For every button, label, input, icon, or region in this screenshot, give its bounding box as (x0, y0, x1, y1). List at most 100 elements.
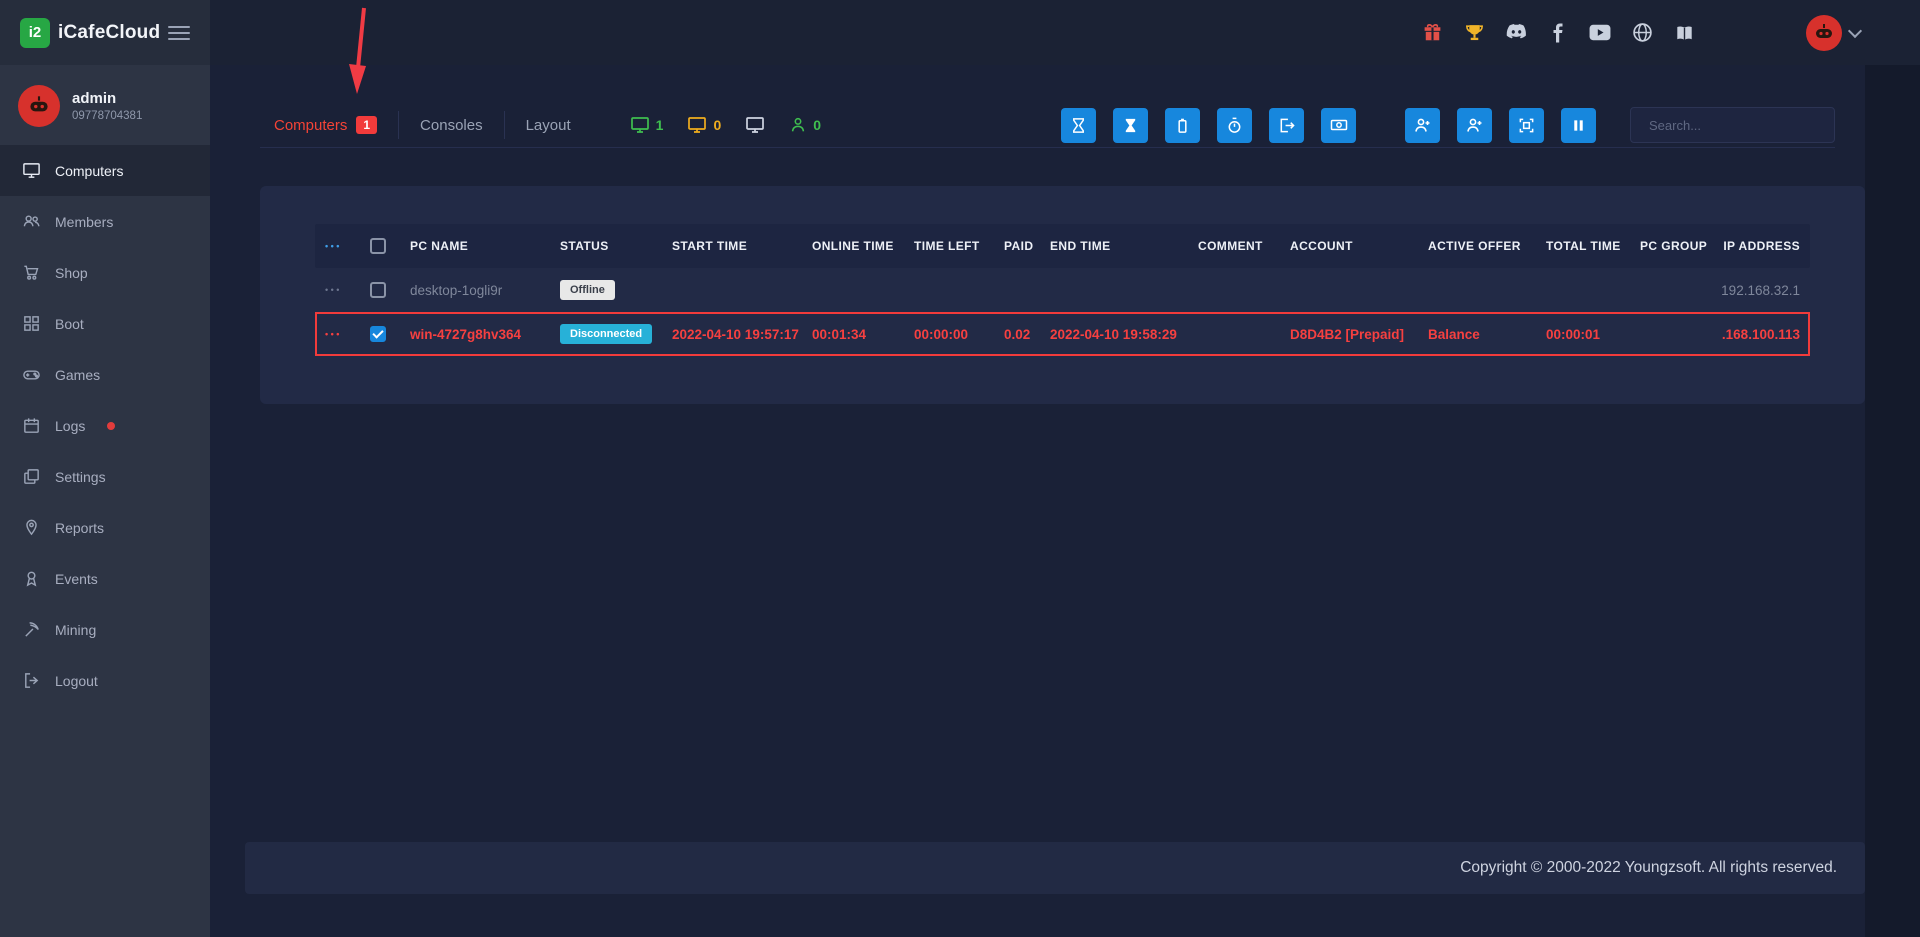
scan-button[interactable] (1509, 108, 1544, 143)
header-comment: COMMENT (1190, 239, 1282, 253)
user-plus2-icon (1466, 116, 1484, 134)
qr-scan-icon (1518, 117, 1535, 134)
trophy-icon[interactable] (1462, 21, 1486, 45)
sidebar-avatar (18, 85, 60, 127)
pcs-on-counter: 1 (630, 115, 664, 135)
sidebar-item-reports[interactable]: Reports (0, 502, 210, 553)
sidebar-nav: Computers Members Shop Boot Games Logs S… (0, 145, 210, 706)
stopwatch-icon (1226, 117, 1243, 134)
hourglass-user-button[interactable] (1113, 108, 1148, 143)
map-pin-icon (22, 518, 41, 537)
header-end-time: END TIME (1042, 239, 1190, 253)
cell-start-time: 2022-04-10 19:57:17 (664, 327, 804, 342)
calendar-icon (22, 416, 41, 435)
copyright-text: Copyright © 2000-2022 Youngzsoft. All ri… (1460, 859, 1837, 877)
cart-icon (22, 263, 41, 282)
search-input[interactable] (1649, 118, 1825, 133)
sidebar-item-logout[interactable]: Logout (0, 655, 210, 706)
logs-alert-dot (107, 422, 115, 430)
row-actions-button[interactable]: ••• (325, 329, 342, 339)
hamburger-menu-icon[interactable] (168, 22, 190, 44)
cell-ip-address: 192.168.100.113 (1722, 327, 1808, 342)
youtube-icon[interactable] (1588, 21, 1612, 45)
globe-icon[interactable] (1630, 21, 1654, 45)
sidebar-item-shop[interactable]: Shop (0, 247, 210, 298)
cash-icon (1330, 116, 1348, 134)
table-row[interactable]: ••• desktop-1ogli9r Offline 192.168.32.1 (315, 268, 1810, 312)
topbar: i2 iCafeCloud (0, 0, 1920, 65)
sidebar-item-events[interactable]: Events (0, 553, 210, 604)
sidebar-item-games[interactable]: Games (0, 349, 210, 400)
status-badge: Disconnected (560, 324, 652, 344)
column-options-button[interactable]: ••• (325, 241, 342, 251)
sidebar-item-mining[interactable]: Mining (0, 604, 210, 655)
brand-logo: i2 iCafeCloud (20, 18, 160, 48)
monitor-off-icon (745, 115, 765, 135)
logout-icon (22, 671, 41, 690)
status-counters: 1 0 0 (630, 115, 821, 135)
header-pc-name: PC NAME (402, 239, 552, 253)
monitor-icon (22, 161, 41, 180)
header-online-time: ONLINE TIME (804, 239, 906, 253)
footer: Copyright © 2000-2022 Youngzsoft. All ri… (245, 842, 1865, 894)
cash-button[interactable] (1321, 108, 1356, 143)
monitor-on-icon (630, 115, 650, 135)
chevron-down-icon (1848, 23, 1862, 37)
select-all-checkbox[interactable] (370, 238, 386, 254)
sidebar-user: admin 09778704381 (0, 65, 210, 145)
header-start-time: START TIME (664, 239, 804, 253)
pause-button[interactable] (1561, 108, 1596, 143)
pcs-off-counter (745, 115, 765, 135)
tab-consoles[interactable]: Consoles (399, 111, 505, 139)
sidebar-item-computers[interactable]: Computers (0, 145, 210, 196)
brand-logo-icon: i2 (20, 18, 50, 48)
header-status: STATUS (552, 239, 664, 253)
add-guest-button[interactable] (1457, 108, 1492, 143)
cell-end-time: 2022-04-10 19:58:29 (1042, 327, 1190, 342)
hourglass-time-button[interactable] (1061, 108, 1096, 143)
timer-button[interactable] (1217, 108, 1252, 143)
user-avatar-menu[interactable] (1806, 15, 1860, 51)
action-toolbar (1061, 107, 1835, 143)
cell-pc-name: win-4727g8hv364 (402, 327, 552, 342)
pause-icon (1571, 118, 1586, 133)
battery-button[interactable] (1165, 108, 1200, 143)
book-icon[interactable] (1672, 21, 1696, 45)
table-row-selected[interactable]: ••• win-4727g8hv364 Disconnected 2022-04… (315, 312, 1810, 356)
computers-count-badge: 1 (356, 116, 377, 134)
sidebar-item-boot[interactable]: Boot (0, 298, 210, 349)
discord-icon[interactable] (1504, 21, 1528, 45)
cell-pc-name: desktop-1ogli9r (402, 283, 552, 298)
table-header-row: ••• PC NAME STATUS START TIME ONLINE TIM… (315, 224, 1810, 268)
layers-icon (22, 467, 41, 486)
cell-account: D8D4B2 [Prepaid] (1282, 327, 1420, 342)
sidebar: admin 09778704381 Computers Members Shop… (0, 65, 210, 937)
cell-paid: 0.02 (996, 327, 1042, 342)
sign-out-button[interactable] (1269, 108, 1304, 143)
sidebar-item-settings[interactable]: Settings (0, 451, 210, 502)
computers-table-card: ••• PC NAME STATUS START TIME ONLINE TIM… (260, 186, 1865, 404)
gift-icon[interactable] (1420, 21, 1444, 45)
header-paid: PAID (996, 239, 1042, 253)
medal-icon (22, 569, 41, 588)
members-online-counter: 0 (789, 116, 821, 134)
tab-layout[interactable]: Layout (505, 111, 592, 139)
facebook-icon[interactable] (1546, 21, 1570, 45)
grid-icon (22, 314, 41, 333)
sidebar-item-logs[interactable]: Logs (0, 400, 210, 451)
tab-computers[interactable]: Computers 1 (260, 111, 399, 139)
pickaxe-icon (22, 620, 41, 639)
users-icon (22, 212, 41, 231)
row-checkbox-checked[interactable] (370, 326, 386, 342)
member-icon (789, 116, 807, 134)
cell-total-time: 00:00:01 (1538, 327, 1632, 342)
add-member-button[interactable] (1405, 108, 1440, 143)
main-content: Computers 1 Consoles Layout 1 0 0 (210, 65, 1865, 937)
sidebar-user-phone: 09778704381 (72, 110, 142, 122)
sidebar-item-members[interactable]: Members (0, 196, 210, 247)
header-time-left: TIME LEFT (906, 239, 996, 253)
row-actions-button[interactable]: ••• (325, 285, 342, 295)
sidebar-user-name: admin (72, 90, 142, 107)
row-checkbox[interactable] (370, 282, 386, 298)
search-box (1630, 107, 1835, 143)
